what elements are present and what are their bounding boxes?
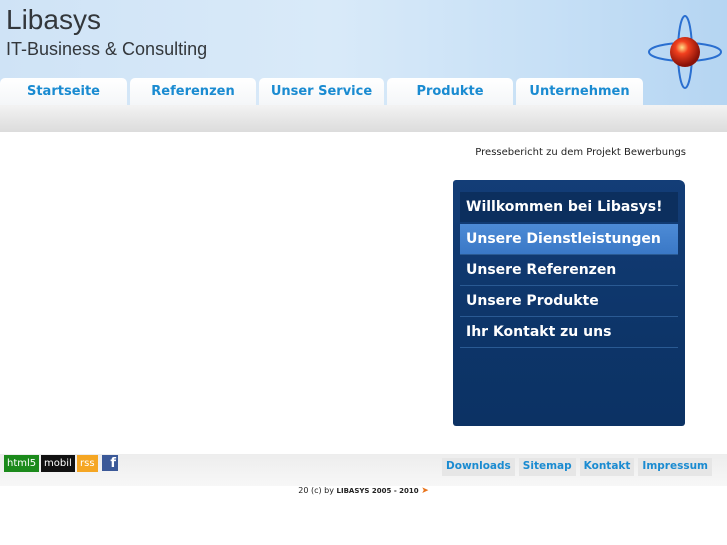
facebook-icon[interactable]: f xyxy=(102,455,118,471)
footer-link-impressum[interactable]: Impressum xyxy=(638,458,712,476)
copyright: 20 (c) by LIBASYS 2005 - 2010 ➤ xyxy=(0,486,727,496)
footer-link-kontakt[interactable]: Kontakt xyxy=(579,458,635,476)
mobile-badge[interactable]: mobil xyxy=(41,455,75,472)
sub-nav-bar xyxy=(0,105,727,132)
arrow-icon: ➤ xyxy=(421,486,429,496)
tab-referenzen[interactable]: Referenzen xyxy=(130,78,256,105)
orbit-sphere-icon xyxy=(648,15,722,89)
sidebar-menu: Willkommen bei Libasys! Unsere Dienstlei… xyxy=(453,180,685,426)
sidebar-welcome[interactable]: Willkommen bei Libasys! xyxy=(460,192,678,222)
footer-link-downloads[interactable]: Downloads xyxy=(442,458,515,476)
footer-link-sitemap[interactable]: Sitemap xyxy=(518,458,576,476)
press-release-link[interactable]: Pressebericht zu dem Projekt Bewerbungs xyxy=(475,147,686,158)
site-header: Libasys IT-Business & Consulting Startse… xyxy=(0,0,727,132)
tab-startseite[interactable]: Startseite xyxy=(0,78,127,105)
rss-badge[interactable]: rss xyxy=(77,455,98,472)
tab-unser-service[interactable]: Unser Service xyxy=(259,78,384,105)
site-title[interactable]: Libasys xyxy=(6,4,101,36)
tab-produkte[interactable]: Produkte xyxy=(387,78,513,105)
sidebar-item-produkte[interactable]: Unsere Produkte xyxy=(460,286,678,317)
sidebar-item-referenzen[interactable]: Unsere Referenzen xyxy=(460,255,678,286)
sidebar-item-kontakt[interactable]: Ihr Kontakt zu uns xyxy=(460,317,678,348)
copyright-brand: LIBASYS 2005 - 2010 xyxy=(336,487,419,495)
html5-badge[interactable]: html5 xyxy=(4,455,40,472)
copyright-prefix: 20 (c) by xyxy=(298,486,334,495)
site-subtitle: IT-Business & Consulting xyxy=(6,39,208,59)
footer-links: Downloads Sitemap Kontakt Impressum xyxy=(438,454,712,476)
sidebar-item-dienstleistungen[interactable]: Unsere Dienstleistungen xyxy=(460,224,678,255)
tab-unternehmen[interactable]: Unternehmen xyxy=(516,78,643,105)
facebook-letter: f xyxy=(110,456,116,471)
